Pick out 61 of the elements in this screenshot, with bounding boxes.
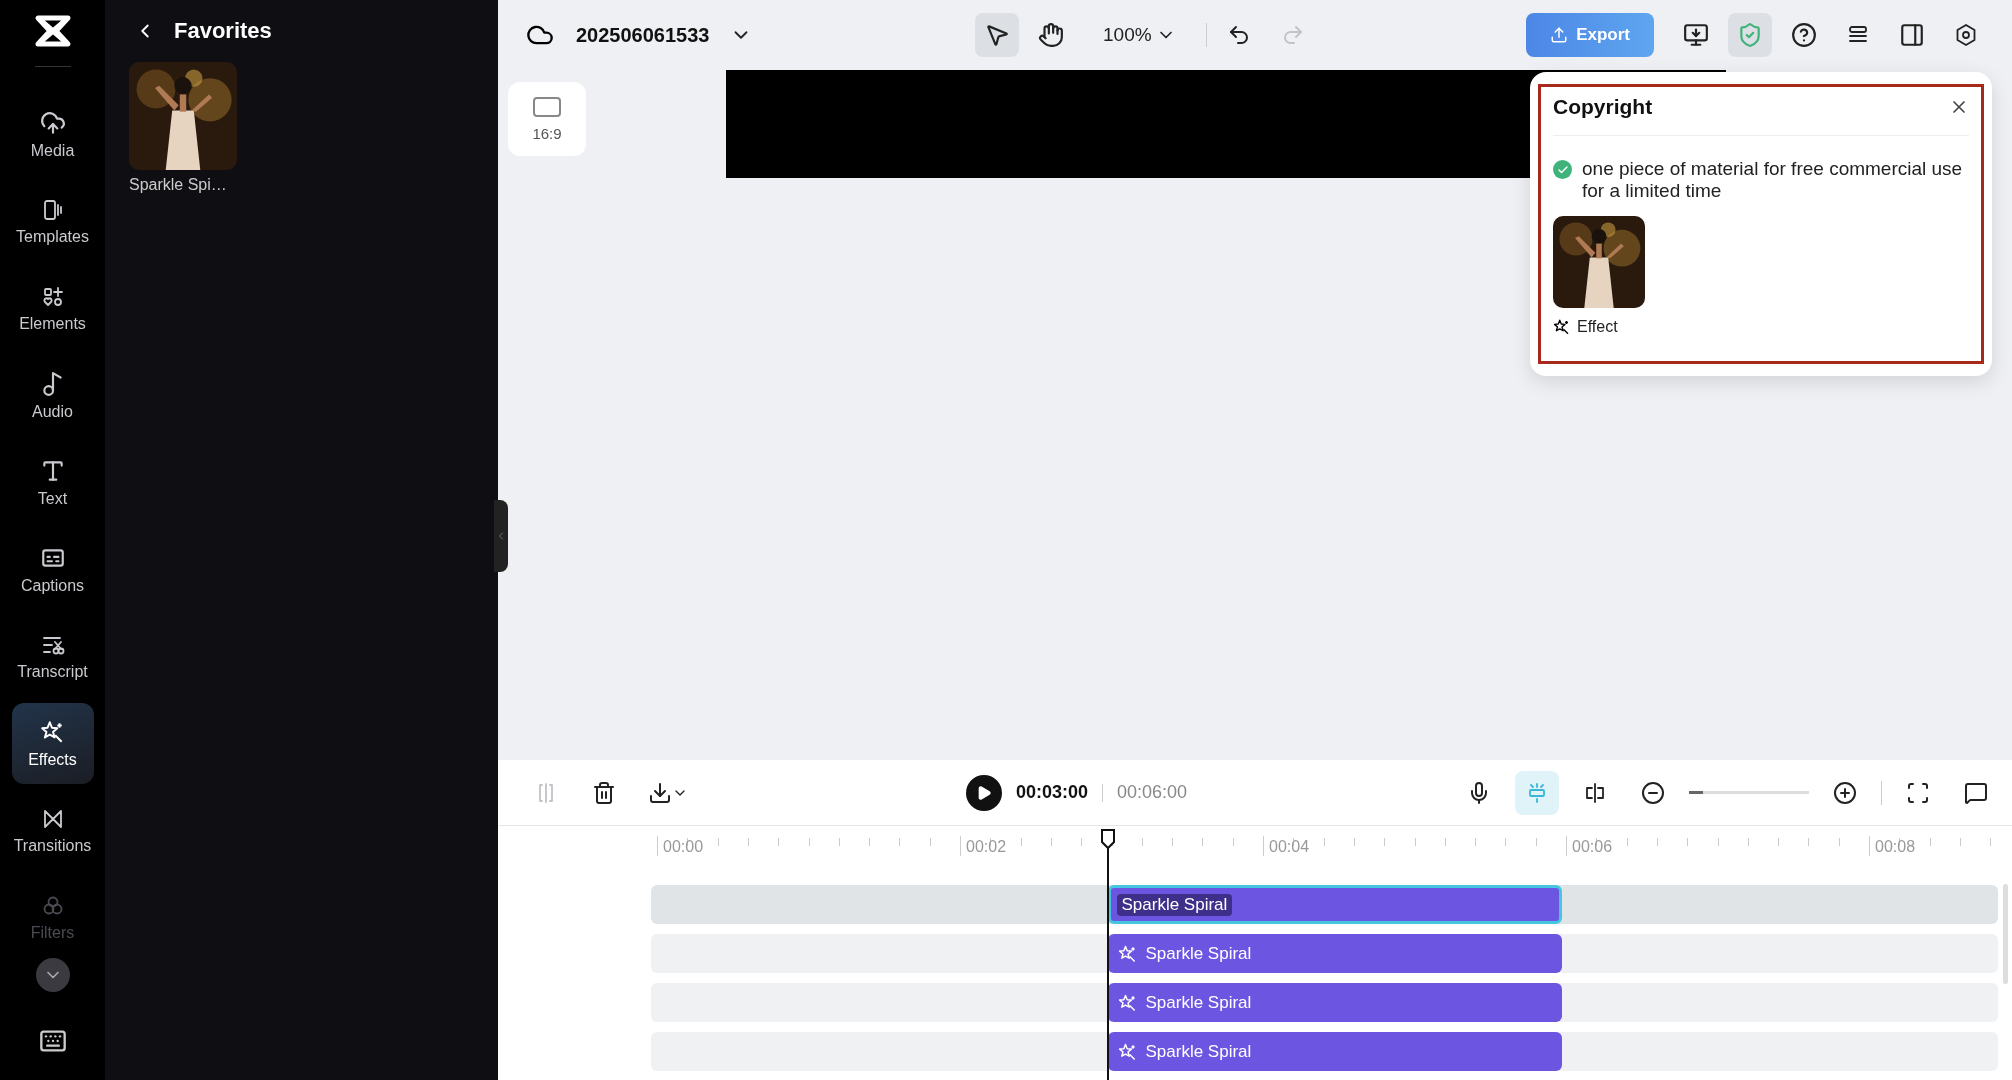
effect-clip[interactable]: Sparkle Spiral bbox=[1107, 934, 1562, 973]
hand-icon bbox=[1038, 22, 1064, 48]
ruler-label: 00:00 bbox=[663, 838, 704, 856]
split-view-icon bbox=[1583, 780, 1607, 805]
fullscreen-icon bbox=[1906, 780, 1930, 805]
cloud-upload-icon bbox=[39, 109, 66, 136]
aspect-ratio-button[interactable]: 16:9 bbox=[508, 82, 586, 156]
total-time: 00:06:00 bbox=[1117, 782, 1188, 803]
nav-item[interactable]: Media bbox=[11, 94, 94, 175]
nav-item[interactable]: Captions bbox=[11, 529, 94, 610]
collapse-handle[interactable] bbox=[494, 500, 508, 572]
nav-item[interactable]: Elements bbox=[11, 268, 94, 349]
monitor-download-icon bbox=[1683, 22, 1709, 48]
sparkle-star-icon bbox=[1117, 992, 1138, 1013]
nav-item[interactable]: Transcript bbox=[11, 616, 94, 697]
pointer-icon bbox=[984, 22, 1010, 48]
sparkle-star-icon bbox=[1553, 318, 1571, 336]
clip-label: Sparkle Spiral bbox=[1145, 1041, 1252, 1062]
download-icon bbox=[648, 780, 672, 805]
nav-item[interactable]: Audio bbox=[11, 355, 94, 436]
shield-check-icon bbox=[1737, 22, 1763, 48]
effect-clip[interactable]: Sparkle Spiral bbox=[1107, 885, 1562, 924]
settings-icon bbox=[1954, 23, 1978, 47]
ruler-label: 00:06 bbox=[1572, 838, 1613, 856]
scrollbar[interactable] bbox=[2003, 884, 2008, 984]
play-button[interactable] bbox=[965, 774, 1002, 811]
nav-item[interactable]: Text bbox=[11, 442, 94, 523]
trash-icon bbox=[592, 780, 616, 805]
nav-item[interactable]: Effects bbox=[11, 703, 94, 784]
nav-item[interactable]: Transitions bbox=[11, 790, 94, 871]
panel-icon bbox=[1899, 22, 1925, 48]
copyright-check-button[interactable] bbox=[1728, 13, 1772, 57]
zoom-select[interactable]: 100% bbox=[1097, 23, 1182, 47]
select-tool[interactable] bbox=[975, 13, 1019, 57]
ruler-label: 00:02 bbox=[966, 838, 1007, 856]
project-title: 202506061533 bbox=[576, 23, 710, 47]
clip-label: Sparkle Spiral bbox=[1145, 992, 1252, 1013]
ruler-label: 00:04 bbox=[1269, 838, 1310, 856]
clip-label: Sparkle Spiral bbox=[1116, 893, 1233, 916]
shapes-icon bbox=[40, 284, 65, 309]
effect-name: Sparkle Spi… bbox=[129, 176, 228, 194]
popover-title: Copyright bbox=[1553, 95, 1653, 119]
clip-label: Sparkle Spiral bbox=[1145, 943, 1252, 964]
material-type: Effect bbox=[1577, 318, 1618, 336]
comment-icon bbox=[1964, 780, 1988, 805]
effect-clip[interactable]: Sparkle Spiral bbox=[1107, 1032, 1562, 1071]
nav-item[interactable]: Templates bbox=[11, 181, 94, 262]
panel-title: Favorites bbox=[174, 18, 272, 44]
app-logo bbox=[33, 14, 72, 48]
zoom-slider[interactable] bbox=[1689, 791, 1809, 794]
sparkle-star-icon bbox=[1117, 943, 1138, 964]
check-icon bbox=[1553, 160, 1572, 179]
zoom-out-icon bbox=[1641, 780, 1665, 805]
effect-clip[interactable]: Sparkle Spiral bbox=[1107, 983, 1562, 1022]
ruler-label: 00:08 bbox=[1875, 838, 1916, 856]
sparkle-star-icon bbox=[1117, 1041, 1138, 1062]
copyright-message: one piece of material for free commercial use for a limited time bbox=[1582, 158, 1964, 202]
zoom-in-icon bbox=[1833, 780, 1857, 805]
upload-icon bbox=[1550, 26, 1569, 44]
current-time: 00:03:00 bbox=[1015, 782, 1088, 803]
help-icon bbox=[1791, 22, 1817, 48]
